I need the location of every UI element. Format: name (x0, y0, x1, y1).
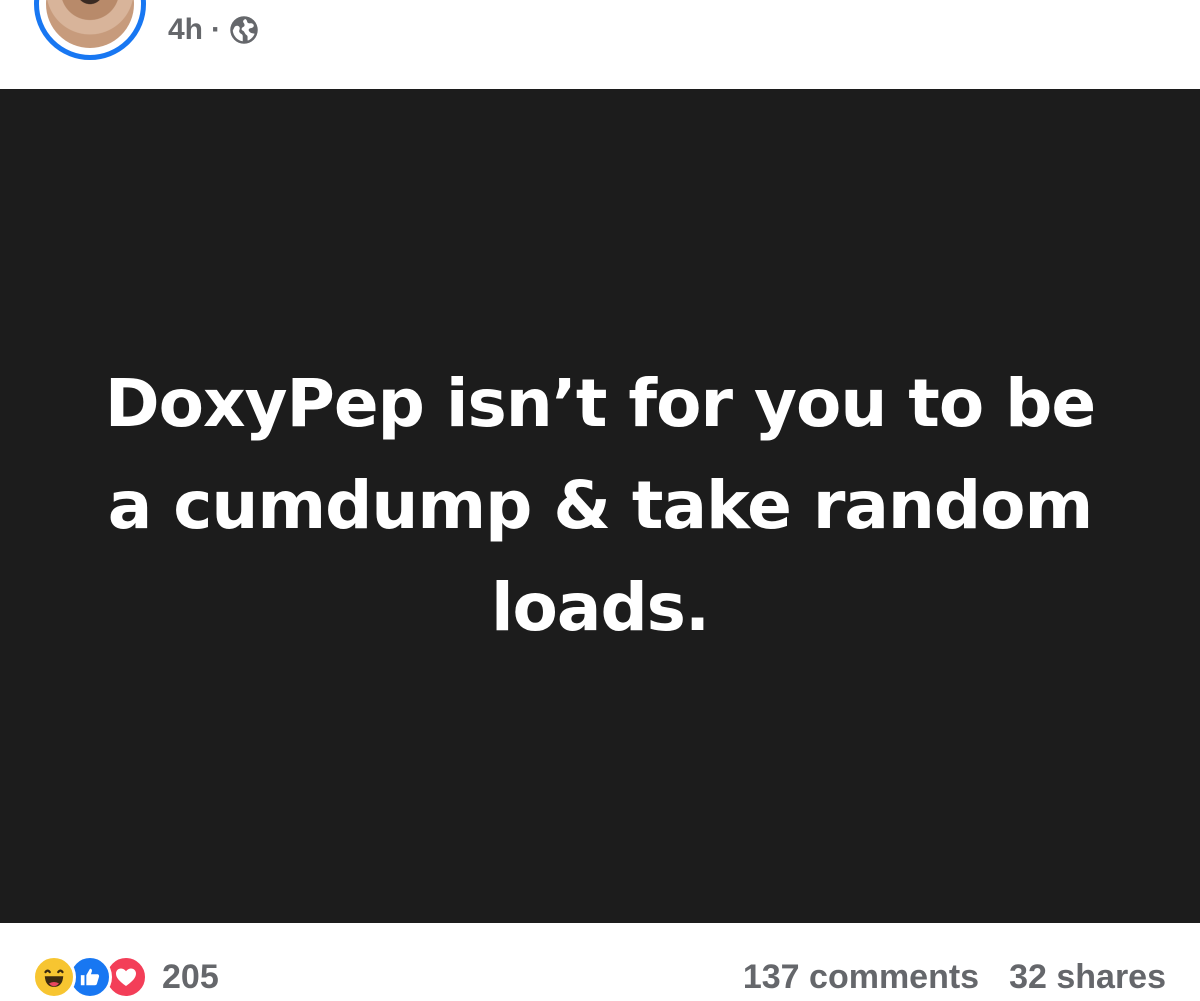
post: 4h · DoxyPep isn’t for you to be a cumdu… (0, 0, 1200, 1001)
post-image[interactable]: DoxyPep isn’t for you to be a cumdump & … (0, 89, 1200, 923)
post-text: DoxyPep isn’t for you to be a cumdump & … (104, 365, 1096, 646)
reaction-icons[interactable] (32, 955, 148, 999)
reactions-summary[interactable]: 205 (32, 953, 219, 1001)
meta-separator: · (211, 13, 222, 46)
comments-count[interactable]: 137 comments (743, 958, 979, 997)
shares-count[interactable]: 32 shares (1009, 958, 1166, 997)
avatar[interactable] (46, 0, 134, 48)
engagement-stats: 137 comments 32 shares (743, 953, 1166, 1001)
post-meta: 4h · (168, 10, 259, 50)
haha-reaction-icon (32, 955, 76, 999)
post-header: 4h · (0, 0, 1200, 89)
profile-avatar-ring[interactable] (34, 0, 146, 60)
reaction-count[interactable]: 205 (162, 958, 219, 997)
post-timestamp[interactable]: 4h (168, 13, 203, 47)
globe-icon[interactable] (229, 15, 259, 45)
